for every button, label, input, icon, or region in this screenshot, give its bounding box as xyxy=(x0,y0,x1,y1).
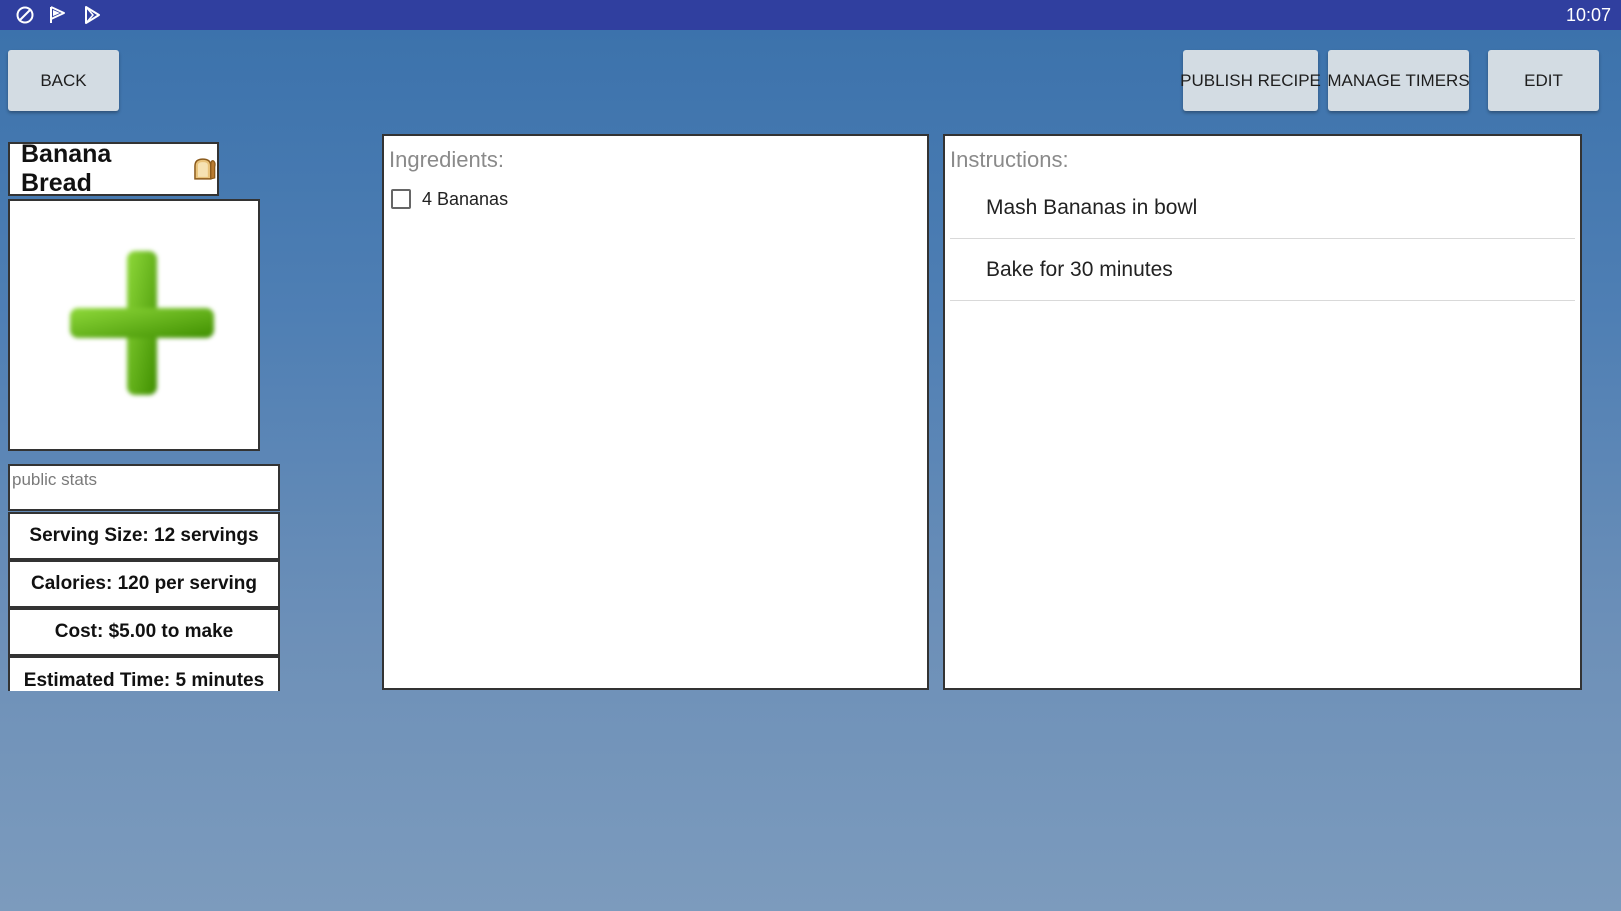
sync-off-icon xyxy=(16,6,34,24)
calories-stat: Calories: 120 per serving xyxy=(8,560,280,608)
edit-button[interactable]: Edit xyxy=(1488,50,1599,111)
recipe-title-box: Banana Bread xyxy=(8,140,219,197)
play-store-flag-icon xyxy=(50,6,65,23)
instruction-item[interactable]: Bake for 30 minutes xyxy=(950,239,1575,301)
public-stats-label: public stats xyxy=(8,464,280,511)
back-button[interactable]: Back xyxy=(8,50,119,111)
instructions-panel: Instructions: Mash Bananas in bowl Bake … xyxy=(943,134,1582,690)
add-image-plus-icon xyxy=(70,251,214,395)
ingredients-panel: Ingredients: 4 Bananas xyxy=(382,134,929,690)
play-store-icon xyxy=(85,6,100,24)
ingredient-item[interactable]: 4 Bananas xyxy=(391,186,508,212)
ingredient-checkbox[interactable] xyxy=(391,189,411,209)
publish-recipe-button[interactable]: Publish Recipe xyxy=(1180,50,1321,111)
instruction-item[interactable]: Mash Bananas in bowl xyxy=(950,177,1575,239)
cost-stat: Cost: $5.00 to make xyxy=(8,608,280,656)
bread-icon xyxy=(194,158,216,180)
serving-size-stat: Serving Size: 12 servings xyxy=(8,512,280,560)
recipe-image-button[interactable] xyxy=(8,199,260,451)
manage-timers-button[interactable]: Manage Timers xyxy=(1327,50,1470,111)
ingredients-title: Ingredients: xyxy=(389,147,504,172)
recipe-title: Banana Bread xyxy=(21,140,112,197)
ingredient-label: 4 Bananas xyxy=(422,188,509,209)
status-time: 10:07 xyxy=(1565,5,1611,25)
instructions-title: Instructions: xyxy=(950,147,1069,172)
estimated-time-stat: Estimated Time: 5 minutes xyxy=(8,656,280,691)
status-bar: 10:07 xyxy=(0,0,1621,30)
